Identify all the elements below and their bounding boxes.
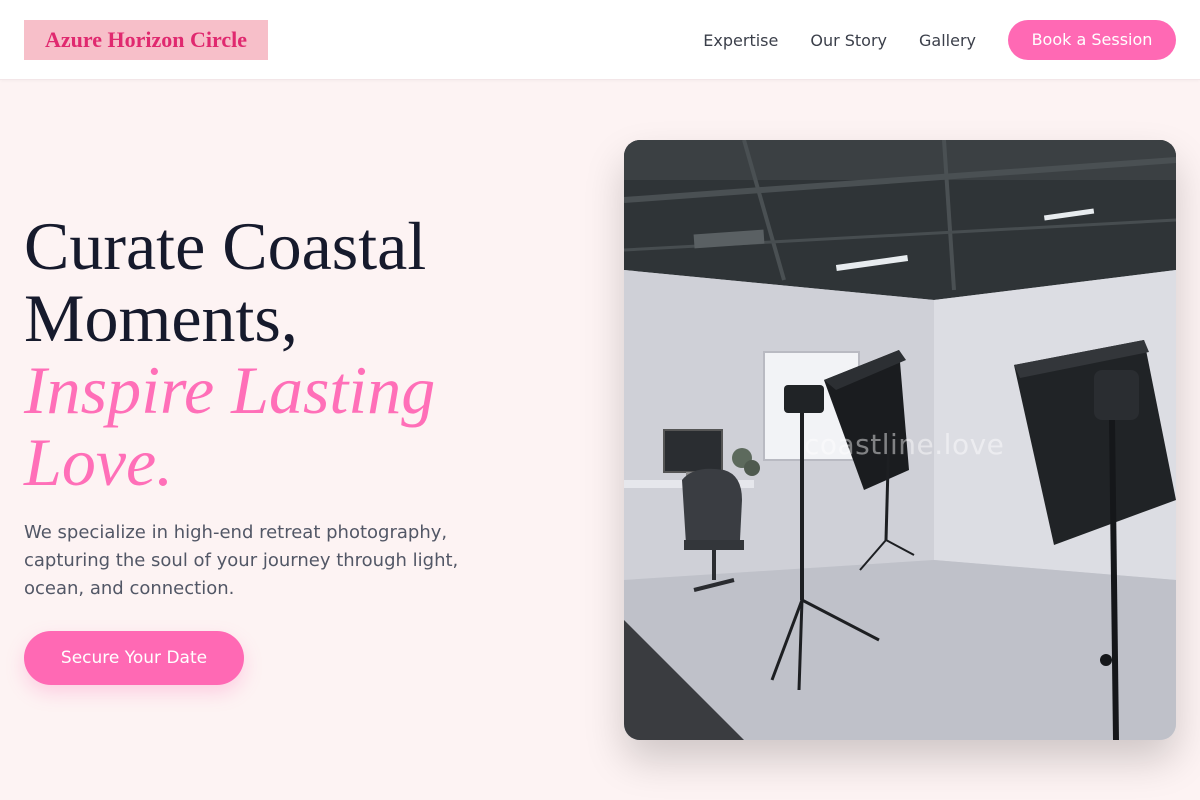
site-header: Azure Horizon Circle Expertise Our Story… <box>0 0 1200 80</box>
hero-accent-line-1: Inspire Lasting <box>24 352 436 428</box>
nav-link-expertise[interactable]: Expertise <box>703 31 778 50</box>
nav-link-our-story[interactable]: Our Story <box>810 31 887 50</box>
hero-title: Curate Coastal Moments, Inspire Lasting … <box>24 210 544 498</box>
main-nav: Expertise Our Story Gallery Book a Sessi… <box>703 20 1176 60</box>
book-session-button[interactable]: Book a Session <box>1008 20 1176 60</box>
brand-logo[interactable]: Azure Horizon Circle <box>24 20 268 60</box>
hero-photo: coastline.love <box>624 140 1176 740</box>
hero-title-line-1: Curate Coastal <box>24 208 427 284</box>
hero-description: We specialize in high-end retreat photog… <box>24 522 459 599</box>
image-watermark: coastline.love <box>804 428 1005 461</box>
hero-accent-line-2: Love. <box>24 424 174 500</box>
hero-title-line-2: Moments, <box>24 280 298 356</box>
nav-link-gallery[interactable]: Gallery <box>919 31 976 50</box>
secure-date-button[interactable]: Secure Your Date <box>24 631 244 685</box>
